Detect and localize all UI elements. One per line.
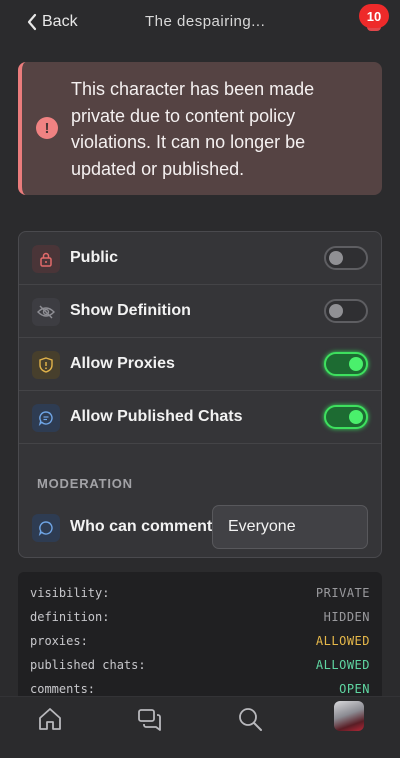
notifications-button[interactable]: 10 xyxy=(356,2,392,31)
summary-value: HIDDEN xyxy=(323,610,370,624)
summary-key: proxies: xyxy=(30,634,88,648)
comment-icon xyxy=(32,514,60,542)
summary-value: ALLOWED xyxy=(315,634,370,648)
exclamation-icon: ! xyxy=(36,117,58,139)
setting-row-show-definition: Show Definition xyxy=(19,285,381,338)
eye-off-icon xyxy=(32,298,60,326)
summary-key: visibility: xyxy=(30,586,110,600)
toggle-knob xyxy=(329,251,343,265)
setting-row-allow-published-chats: Allow Published Chats xyxy=(19,391,381,444)
lock-icon xyxy=(32,245,60,273)
home-icon[interactable] xyxy=(36,705,64,733)
toggle-knob xyxy=(349,357,363,371)
who-can-comment-label: Who can comment xyxy=(70,518,213,535)
setting-label-allow-proxies: Allow Proxies xyxy=(70,355,175,372)
setting-row-who-can-comment: Who can comment Everyone xyxy=(19,502,381,552)
summary-row: published chats: ALLOWED xyxy=(30,655,370,675)
setting-label-public: Public xyxy=(70,249,119,266)
summary-value: PRIVATE xyxy=(315,586,370,600)
chevron-left-icon xyxy=(27,13,37,31)
top-bar: Back The despairing... 10 xyxy=(0,0,400,44)
setting-label-show-definition: Show Definition xyxy=(70,302,191,319)
back-button[interactable]: Back xyxy=(26,12,78,32)
chat-bubble-icon xyxy=(32,404,60,432)
settings-summary-panel: visibility: PRIVATE definition: HIDDEN p… xyxy=(18,572,382,702)
toggle-knob xyxy=(329,304,343,318)
summary-row: proxies: ALLOWED xyxy=(30,631,370,651)
summary-row: visibility: PRIVATE xyxy=(30,583,370,603)
profile-avatar[interactable] xyxy=(334,701,364,731)
page-title: The despairing... xyxy=(145,13,266,30)
setting-row-public: Public xyxy=(19,232,381,285)
notification-badge: 10 xyxy=(359,4,389,28)
bottom-nav xyxy=(0,696,400,758)
content-policy-alert: ! This character has been made private d… xyxy=(18,62,382,195)
setting-row-allow-proxies: Allow Proxies xyxy=(19,338,381,391)
summary-key: definition: xyxy=(30,610,110,624)
moderation-section-header: MODERATION xyxy=(37,476,133,491)
character-settings-card: Public Show Definition Allow Proxies All… xyxy=(18,231,382,558)
alert-message: This character has been made private due… xyxy=(71,79,315,179)
allow-proxies-toggle[interactable] xyxy=(324,352,368,376)
allow-published-chats-toggle[interactable] xyxy=(324,405,368,429)
toggle-knob xyxy=(349,410,363,424)
summary-key: published chats: xyxy=(30,658,146,672)
who-can-comment-select[interactable]: Everyone xyxy=(212,505,368,549)
search-icon[interactable] xyxy=(236,705,264,733)
setting-label-allow-published-chats: Allow Published Chats xyxy=(70,408,243,425)
show-definition-toggle[interactable] xyxy=(324,299,368,323)
chats-icon[interactable] xyxy=(136,705,164,733)
summary-value: ALLOWED xyxy=(315,658,370,672)
summary-key: comments: xyxy=(30,682,96,696)
shield-alert-icon xyxy=(32,351,60,379)
public-toggle[interactable] xyxy=(324,246,368,270)
back-label: Back xyxy=(42,13,78,30)
summary-value: OPEN xyxy=(339,682,370,696)
summary-row: definition: HIDDEN xyxy=(30,607,370,627)
